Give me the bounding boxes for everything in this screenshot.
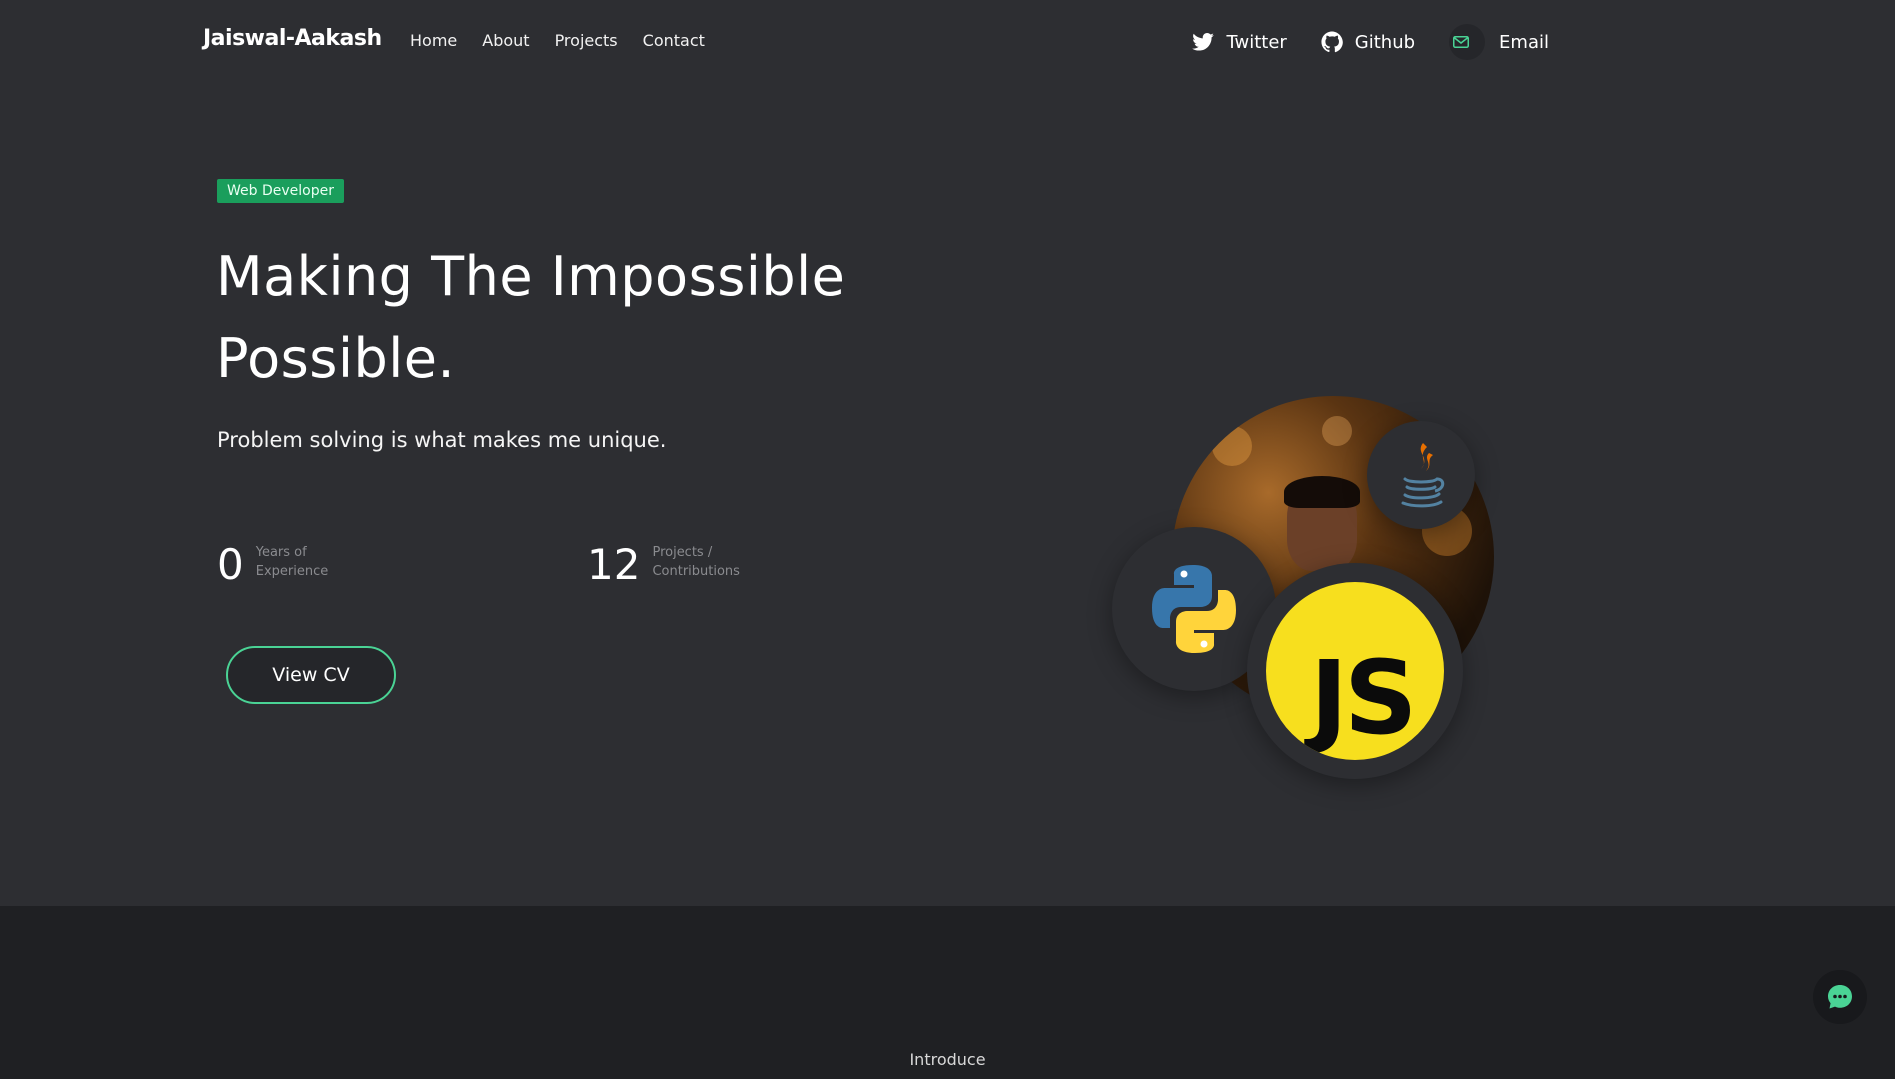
stat-label-line-2: Contributions	[652, 564, 740, 579]
twitter-label: Twitter	[1226, 31, 1287, 53]
twitter-link[interactable]: Twitter	[1192, 31, 1287, 53]
nav-link-about[interactable]: About	[482, 31, 529, 50]
nav-links: Home About Projects Contact	[410, 31, 730, 50]
javascript-logo-text: JS	[1310, 639, 1417, 758]
stat-label-line-1: Years of	[255, 545, 307, 560]
javascript-icon: JS	[1247, 563, 1463, 779]
github-icon	[1321, 31, 1343, 53]
java-icon	[1367, 421, 1475, 529]
nav-link-home[interactable]: Home	[410, 31, 457, 50]
nav-link-contact[interactable]: Contact	[643, 31, 705, 50]
chat-icon	[1828, 985, 1852, 1009]
top-navbar: Jaiswal-Aakash Home About Projects Conta…	[0, 0, 1895, 86]
twitter-icon	[1192, 33, 1215, 51]
stat-label: Projects / Contributions	[652, 543, 762, 581]
stat-experience: 0 Years of Experience	[217, 540, 366, 590]
stat-label-line-2: Experience	[255, 564, 329, 579]
stat-value: 0	[217, 540, 244, 589]
email-label: Email	[1499, 31, 1549, 53]
view-cv-button[interactable]: View CV	[226, 646, 396, 704]
social-links: Twitter Github Email	[1158, 24, 1549, 60]
stat-value: 12	[587, 540, 641, 589]
javascript-logo: JS	[1266, 582, 1444, 760]
role-badge: Web Developer	[217, 179, 344, 203]
section-label-introduce: Introduce	[909, 1050, 986, 1069]
stat-label-line-1: Projects /	[652, 545, 713, 560]
github-label: Github	[1354, 31, 1416, 53]
stat-projects: 12 Projects / Contributions	[587, 540, 762, 590]
chat-button[interactable]	[1813, 970, 1867, 1024]
headline-line-1: Making The Impossible	[216, 245, 846, 308]
hero-headline: Making The Impossible Possible.	[216, 236, 916, 400]
site-logo[interactable]: Jaiswal-Aakash	[203, 26, 382, 51]
headline-line-2: Possible.	[216, 327, 456, 390]
mail-icon	[1449, 24, 1486, 60]
github-link[interactable]: Github	[1321, 31, 1415, 53]
nav-link-projects[interactable]: Projects	[555, 31, 618, 50]
stat-label: Years of Experience	[256, 543, 366, 581]
hero-tagline: Problem solving is what makes me unique.	[217, 428, 667, 452]
email-link[interactable]: Email	[1449, 24, 1549, 60]
